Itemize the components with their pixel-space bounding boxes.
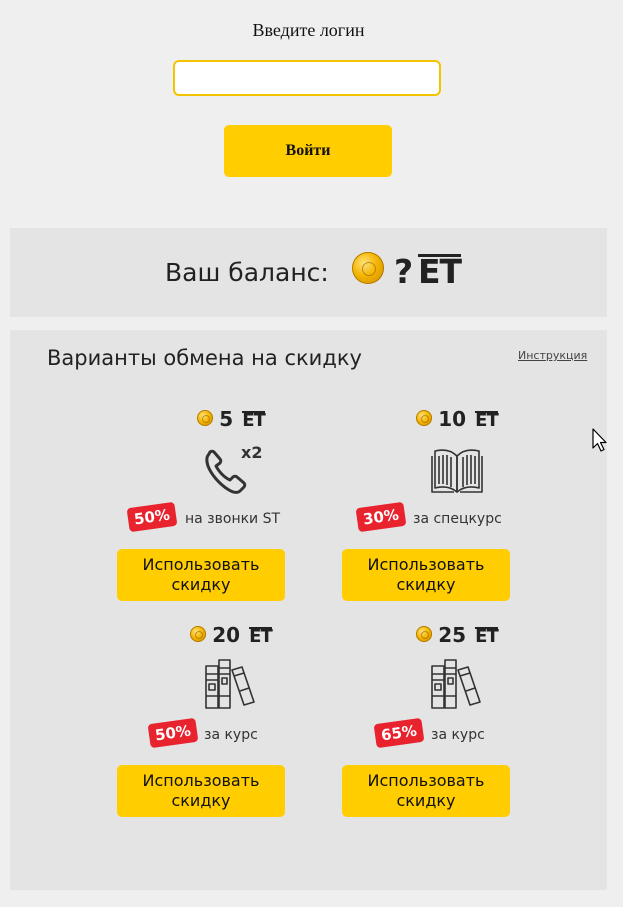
exchange-panel: Варианты обмена на скидку Инструкция 5 E… — [10, 330, 607, 890]
price-value: 10 — [438, 407, 467, 431]
offer-card: 20 ET 50% за курс Использовать скидку — [117, 546, 344, 817]
discount-badge: 50% — [126, 501, 178, 533]
coin-icon — [416, 626, 433, 642]
et-currency-logo: ET — [475, 410, 499, 431]
discount-row: 50% за курс — [118, 717, 344, 753]
discount-badge: 30% — [355, 501, 407, 533]
price-value: 20 — [212, 623, 241, 647]
discount-description: за курс — [204, 727, 258, 743]
mouse-cursor-icon — [592, 428, 607, 452]
discount-description: на звонки ST — [185, 511, 281, 527]
et-currency-logo: ET — [418, 252, 462, 291]
books-icon — [344, 658, 570, 714]
offer-card: 5 ET x2 50% на звонки ST Использовать ск… — [117, 330, 344, 601]
et-currency-logo: ET — [249, 626, 273, 647]
balance-label: Ваш баланс: — [165, 258, 329, 287]
login-button[interactable]: Войти — [224, 125, 392, 177]
offer-price: 5 ET — [118, 407, 344, 433]
price-value: 25 — [438, 623, 467, 647]
offer-card: 10 ET 30% за спецкурс Использовать скидк… — [342, 330, 570, 601]
coin-icon — [190, 626, 207, 642]
price-value: 5 — [219, 407, 234, 431]
discount-badge: 50% — [147, 717, 199, 749]
open-book-icon — [344, 442, 570, 498]
offer-card: 25 ET 65% за курс Использовать скидку — [342, 546, 570, 817]
discount-badge: 65% — [373, 717, 425, 749]
discount-row: 50% на звонки ST — [118, 501, 344, 537]
coin-icon — [197, 410, 214, 426]
login-title: Введите логин — [252, 20, 365, 40]
books-icon — [118, 658, 344, 714]
login-input[interactable] — [173, 60, 441, 96]
coin-icon — [352, 252, 384, 284]
discount-description: за курс — [431, 727, 485, 743]
offer-price: 20 ET — [118, 623, 344, 649]
discount-description: за спецкурс — [413, 511, 502, 527]
coin-icon — [416, 410, 433, 426]
use-discount-button[interactable]: Использовать скидку — [342, 765, 510, 817]
et-currency-logo: ET — [242, 410, 266, 431]
icon-multiplier: x2 — [241, 443, 262, 462]
balance-panel: Ваш баланс: ? ET — [10, 228, 607, 317]
discount-row: 65% за курс — [344, 717, 570, 753]
phone-x2-icon: x2 — [118, 442, 344, 498]
use-discount-button[interactable]: Использовать скидку — [117, 765, 285, 817]
offer-price: 25 ET — [344, 623, 570, 649]
et-currency-logo: ET — [475, 626, 499, 647]
discount-row: 30% за спецкурс — [344, 501, 570, 537]
balance-value: ? — [394, 252, 414, 291]
offer-price: 10 ET — [344, 407, 570, 433]
